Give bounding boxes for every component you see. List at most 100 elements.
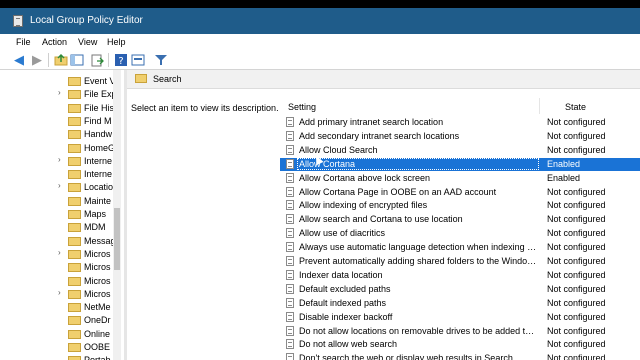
column-header-state[interactable]: State xyxy=(565,102,586,112)
tree-item-label: MDM xyxy=(84,222,106,233)
policy-row[interactable]: Indexer data location Not configured xyxy=(280,269,640,282)
policy-name: Default excluded paths xyxy=(299,283,391,294)
policy-setting-icon xyxy=(286,242,294,253)
tree-scroll-thumb[interactable] xyxy=(114,208,120,270)
tree-item-label: Locatio xyxy=(84,182,114,193)
column-headers: Setting State xyxy=(280,98,640,114)
policy-row[interactable]: Allow search and Cortana to use location… xyxy=(280,213,640,226)
policy-setting-icon xyxy=(286,214,294,225)
policy-setting-icon xyxy=(286,117,294,127)
show-hide-tree-icon[interactable] xyxy=(70,53,84,67)
policy-name: Allow Cloud Search xyxy=(299,144,378,155)
chevron-right-icon[interactable]: › xyxy=(58,155,61,164)
folder-icon xyxy=(68,249,81,259)
description-text: Select an item to view its description. xyxy=(131,103,279,113)
menu-view[interactable]: View xyxy=(78,37,97,47)
policy-row[interactable]: Prevent automatically adding shared fold… xyxy=(280,255,640,268)
chevron-right-icon[interactable]: › xyxy=(58,181,61,190)
policy-row[interactable]: Add secondary intranet search locations N… xyxy=(280,130,640,143)
tree-item-label: NetMe xyxy=(84,302,111,313)
policy-setting-icon xyxy=(286,172,294,183)
tree-item-label: HomeG xyxy=(84,142,116,153)
tree-item-label: OOBE xyxy=(84,342,111,352)
folder-icon xyxy=(68,210,81,219)
tree-item-label: Interne xyxy=(84,169,113,180)
policy-setting-icon xyxy=(286,297,294,308)
policy-row[interactable]: Allow Cortana above lock screen Enabled xyxy=(280,172,640,185)
folder-icon xyxy=(68,90,81,100)
policy-state: Not configured xyxy=(547,228,606,239)
tree-item-label: Maps xyxy=(84,209,107,219)
tree-item-label: Micros xyxy=(84,262,111,273)
tree-item-label: Mainte xyxy=(84,195,112,206)
menu-file[interactable]: File xyxy=(16,37,31,47)
policy-row[interactable]: Default indexed paths Not configured xyxy=(280,297,640,310)
folder-icon xyxy=(68,223,81,233)
properties-icon[interactable] xyxy=(131,53,145,67)
folder-icon xyxy=(68,329,81,339)
back-icon[interactable]: ◀ xyxy=(12,53,26,67)
folder-icon xyxy=(68,116,81,126)
policy-setting-icon xyxy=(286,353,294,360)
policy-name: Don't search the web or display web resu… xyxy=(299,353,513,360)
policy-row[interactable]: Allow indexing of encrypted files Not con… xyxy=(280,199,640,212)
folder-icon xyxy=(68,103,81,113)
filter-icon[interactable] xyxy=(154,53,168,67)
policy-state: Not configured xyxy=(547,311,606,322)
chevron-right-icon[interactable]: › xyxy=(58,248,61,257)
policy-state: Not configured xyxy=(547,269,606,280)
folder-icon xyxy=(68,170,81,180)
policy-name: Disable indexer backoff xyxy=(299,311,393,322)
tree-item-label: Find M xyxy=(84,115,112,126)
policy-name: Add primary intranet search location xyxy=(299,117,444,127)
policy-state: Not configured xyxy=(547,353,606,360)
policy-name: Always use automatic language detection … xyxy=(299,242,537,253)
tree-item-label: Online xyxy=(84,328,111,339)
policy-state: Not configured xyxy=(547,214,606,225)
policy-row[interactable]: Allow use of diacritics Not configured xyxy=(280,227,640,240)
policy-row[interactable]: Don't search the web or display web resu… xyxy=(280,352,640,360)
policy-state: Not configured xyxy=(547,325,606,336)
chevron-right-icon[interactable]: › xyxy=(58,88,61,97)
policy-state: Not configured xyxy=(547,144,606,155)
policy-row[interactable]: Disable indexer backoff Not configured xyxy=(280,311,640,324)
policy-state: Not configured xyxy=(547,283,606,294)
policy-state: Enabled xyxy=(547,172,581,183)
policy-name: Add secondary intranet search locations xyxy=(299,130,460,141)
folder-icon xyxy=(68,316,81,326)
policy-row[interactable]: Allow Cortana Enabled xyxy=(280,157,640,171)
column-header-setting[interactable]: Setting xyxy=(288,102,316,112)
folder-icon xyxy=(68,303,81,313)
tree-item-label: Micros xyxy=(84,248,111,259)
menu-help[interactable]: Help xyxy=(107,37,126,47)
tree-scrollbar[interactable] xyxy=(113,70,121,360)
policy-row[interactable]: Always use automatic language detection … xyxy=(280,241,640,254)
policy-name: Do not allow locations on removable driv… xyxy=(299,325,537,336)
up-folder-icon[interactable] xyxy=(54,53,68,67)
tree-item-label: Handw xyxy=(84,129,113,140)
policy-state: Not configured xyxy=(547,200,606,211)
menu-action[interactable]: Action xyxy=(42,37,67,47)
tree-item-label: Messag xyxy=(84,235,116,246)
policy-state: Enabled xyxy=(547,158,581,169)
forward-icon[interactable]: ▶ xyxy=(30,53,44,67)
export-list-icon[interactable] xyxy=(90,53,104,67)
tree-item-label: Interne xyxy=(84,155,113,166)
folder-icon xyxy=(68,236,81,246)
policy-row[interactable]: Allow Cloud Search Not configured xyxy=(280,144,640,157)
title-bar[interactable]: Local Group Policy Editor xyxy=(0,8,640,34)
policy-row[interactable]: Do not allow web search Not configured xyxy=(280,338,640,351)
chevron-right-icon[interactable]: › xyxy=(58,288,61,297)
policy-row[interactable]: Add primary intranet search location Not … xyxy=(280,116,640,129)
policy-row[interactable]: Do not allow locations on removable driv… xyxy=(280,325,640,338)
tree-item-label: Event V xyxy=(84,76,116,86)
policy-row[interactable]: Allow Cortana Page in OOBE on an AAD acc… xyxy=(280,186,640,199)
details-pane: Search Select an item to view its descri… xyxy=(127,70,640,360)
policy-name: Indexer data location xyxy=(299,269,383,280)
policy-row[interactable]: Default excluded paths Not configured xyxy=(280,283,640,296)
tree-item-label: OneDr xyxy=(84,315,111,326)
policy-state: Not configured xyxy=(547,256,606,266)
help-icon[interactable]: ? xyxy=(114,53,128,67)
folder-icon xyxy=(68,143,81,153)
folder-icon xyxy=(68,183,81,193)
